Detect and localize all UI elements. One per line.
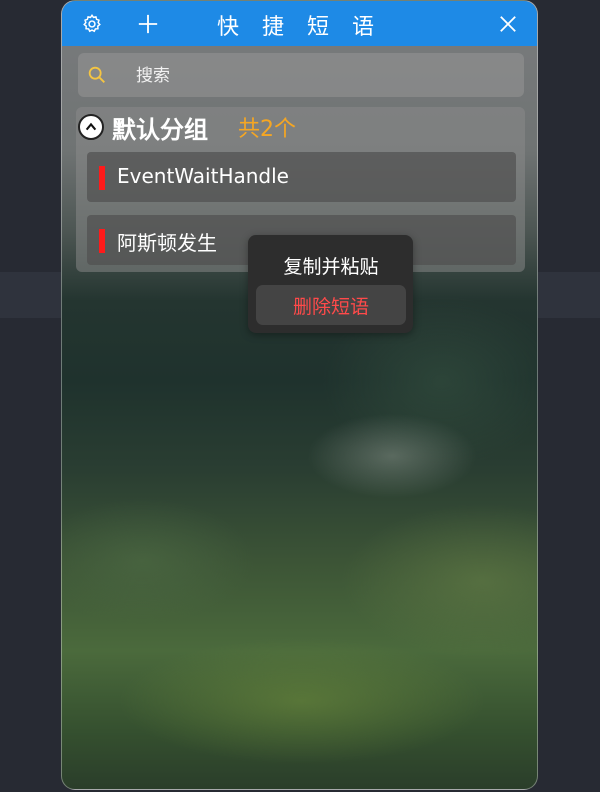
group-name: 默认分组	[112, 115, 208, 144]
phrase-item-label: 阿斯顿发生	[117, 231, 217, 255]
search-input[interactable]	[136, 65, 506, 87]
quick-phrases-window: 快 捷 短 语 默认分组 共2个	[61, 0, 538, 790]
phrase-marker	[99, 229, 105, 253]
chevron-up-icon[interactable]	[78, 114, 104, 140]
search-box[interactable]	[78, 53, 524, 97]
copy-and-paste-menu-item[interactable]: 复制并粘贴	[256, 245, 406, 285]
phrase-marker	[99, 166, 105, 190]
group-header: 默认分组 共2个	[78, 111, 296, 144]
group-count: 共2个	[238, 117, 296, 142]
title-bar: 快 捷 短 语	[62, 1, 537, 46]
close-icon[interactable]	[494, 10, 522, 38]
phrase-item[interactable]: EventWaitHandle	[87, 152, 516, 202]
context-menu: 复制并粘贴 删除短语	[248, 235, 413, 333]
delete-phrase-menu-item[interactable]: 删除短语	[256, 285, 406, 325]
phrase-item-label: EventWaitHandle	[117, 164, 289, 188]
search-icon	[86, 64, 108, 86]
window-title: 快 捷 短 语	[217, 15, 382, 40]
